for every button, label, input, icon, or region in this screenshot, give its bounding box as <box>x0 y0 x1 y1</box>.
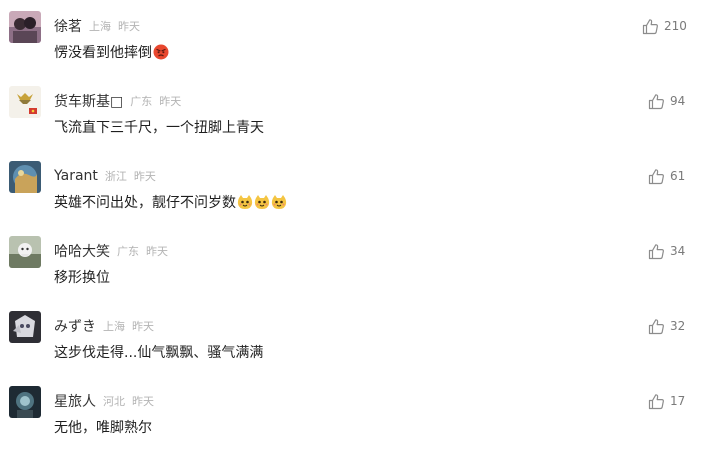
like-button[interactable]: 210 <box>642 17 687 35</box>
thumbs-up-icon <box>648 93 664 109</box>
like-count: 210 <box>664 19 687 33</box>
avatar[interactable] <box>9 86 41 118</box>
comment-item: みずき 上海 昨天 这步伐走得...仙气飘飘、骚气满满 32 <box>0 311 709 383</box>
cat-face-emoji <box>254 195 270 209</box>
avatar[interactable] <box>9 11 41 43</box>
comment-meta: みずき 上海 昨天 <box>54 317 154 335</box>
timestamp: 昨天 <box>132 395 154 408</box>
like-button[interactable]: 34 <box>648 242 685 260</box>
comment-text: 移形换位 <box>54 267 110 287</box>
timestamp: 昨天 <box>118 20 140 33</box>
like-button[interactable]: 17 <box>648 392 685 410</box>
like-count: 17 <box>670 394 686 408</box>
location: 上海 <box>89 20 111 33</box>
comment-text: 飞流直下三千尺，一个扭脚上青天 <box>54 117 264 137</box>
comment-text-body: 无他，唯脚熟尔 <box>54 420 152 436</box>
username[interactable]: 哈哈大笑 <box>54 241 110 261</box>
comment-text-body: 愣没看到他摔倒 <box>54 45 152 61</box>
location: 上海 <box>103 320 125 333</box>
like-count: 61 <box>670 169 686 183</box>
thumbs-up-icon <box>648 393 664 409</box>
comment-item: 哈哈大笑 广东 昨天 移形换位 34 <box>0 236 709 308</box>
comment-meta: 货车斯基□ 广东 昨天 <box>54 92 181 110</box>
comment-text-body: 英雄不问出处，靓仔不问岁数 <box>54 195 236 211</box>
location: 河北 <box>103 395 125 408</box>
username[interactable]: 星旅人 <box>54 391 96 411</box>
comment-meta: 哈哈大笑 广东 昨天 <box>54 242 168 260</box>
thumbs-up-icon <box>648 243 664 259</box>
like-count: 32 <box>670 319 686 333</box>
comment-text-body: 移形换位 <box>54 270 110 286</box>
cat-face-emoji <box>271 195 287 209</box>
like-button[interactable]: 32 <box>648 317 685 335</box>
location: 广东 <box>130 95 153 108</box>
comment-text-body: 飞流直下三千尺，一个扭脚上青天 <box>54 120 264 136</box>
like-count: 94 <box>670 94 686 108</box>
thumbs-up-icon <box>642 18 658 34</box>
comment-text: 这步伐走得...仙气飘飘、骚气满满 <box>54 342 263 362</box>
thumbs-up-icon <box>648 168 664 184</box>
timestamp: 昨天 <box>132 320 154 333</box>
avatar[interactable] <box>9 161 41 193</box>
username[interactable]: Yarant <box>54 168 98 184</box>
angry-face-emoji <box>153 44 169 60</box>
comment-text: 英雄不问出处，靓仔不问岁数 <box>54 192 287 212</box>
thumbs-up-icon <box>648 318 664 334</box>
comment-text-body: 这步伐走得...仙气飘飘、骚气满满 <box>54 345 264 361</box>
location: 广东 <box>117 245 139 258</box>
username[interactable]: 货车斯基□ <box>54 91 123 111</box>
location: 浙江 <box>104 170 127 183</box>
username[interactable]: 徐茗 <box>54 16 82 36</box>
comment-meta: Yarant 浙江 昨天 <box>54 167 156 185</box>
username[interactable]: みずき <box>54 316 96 336</box>
comment-item: Yarant 浙江 昨天 英雄不问出处，靓仔不问岁数 61 <box>0 161 709 233</box>
avatar[interactable] <box>9 386 41 418</box>
comment-item: 徐茗 上海 昨天 愣没看到他摔倒 210 <box>0 11 709 83</box>
cat-face-emoji <box>237 195 253 209</box>
like-count: 34 <box>670 244 686 258</box>
comment-meta: 徐茗 上海 昨天 <box>54 17 140 35</box>
like-button[interactable]: 61 <box>648 167 685 185</box>
avatar[interactable] <box>9 236 41 268</box>
comment-item: 货车斯基□ 广东 昨天 飞流直下三千尺，一个扭脚上青天 94 <box>0 86 709 158</box>
comment-text: 无他，唯脚熟尔 <box>54 417 152 437</box>
timestamp: 昨天 <box>159 95 182 108</box>
comment-meta: 星旅人 河北 昨天 <box>54 392 154 410</box>
timestamp: 昨天 <box>146 245 168 258</box>
comment-item: 星旅人 河北 昨天 无他，唯脚熟尔 17 <box>0 386 709 458</box>
comment-text: 愣没看到他摔倒 <box>54 42 169 62</box>
like-button[interactable]: 94 <box>648 92 685 110</box>
avatar[interactable] <box>9 311 41 343</box>
timestamp: 昨天 <box>133 170 156 183</box>
